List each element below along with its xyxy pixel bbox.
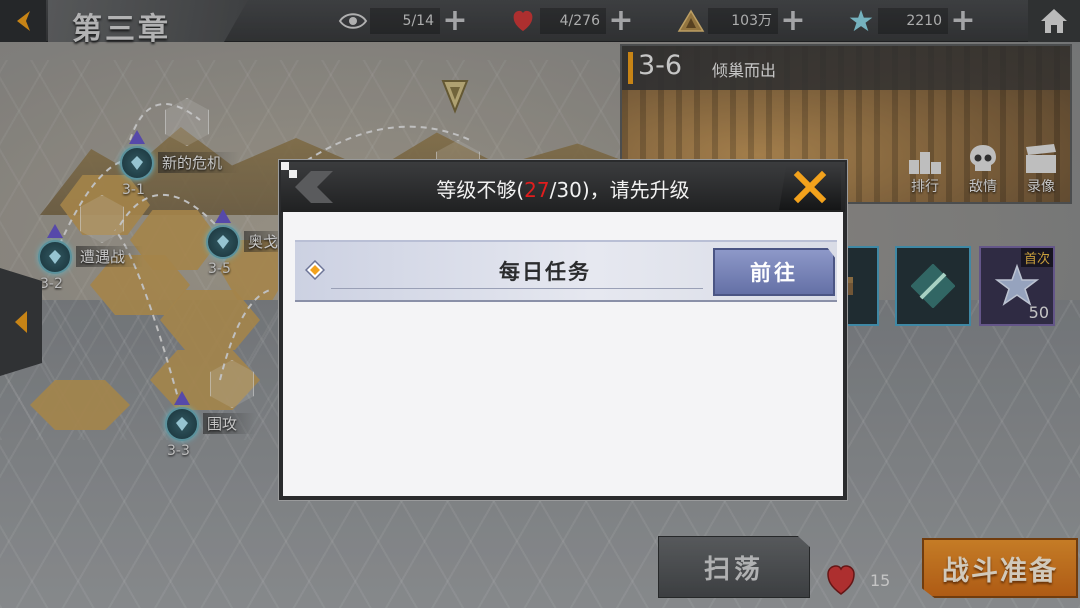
close-button[interactable] <box>779 164 841 210</box>
task-row-daily: 每日任务 前往 <box>295 240 837 302</box>
dialog-body: 每日任务 前往 <box>283 212 843 496</box>
task-underline <box>331 288 703 289</box>
go-button[interactable]: 前往 <box>713 248 835 296</box>
dialog-header: 等级不够(27/30)，请先升级 <box>281 162 845 212</box>
close-icon <box>793 170 827 204</box>
title-suffix: /30)，请先升级 <box>549 178 690 202</box>
game-screen: 新的危机 3-1 遭遇战 3-2 奥戈 3-5 围攻 3-3 3-6 倾巢而出 … <box>0 0 1080 608</box>
title-prefix: 等级不够( <box>436 178 525 202</box>
level-required-dialog: 等级不够(27/30)，请先升级 每日任务 前往 <box>279 160 847 500</box>
dialog-title: 等级不够(27/30)，请先升级 <box>281 174 845 203</box>
current-level: 27 <box>524 178 550 202</box>
go-label: 前往 <box>750 261 798 285</box>
row-divider <box>295 240 837 242</box>
